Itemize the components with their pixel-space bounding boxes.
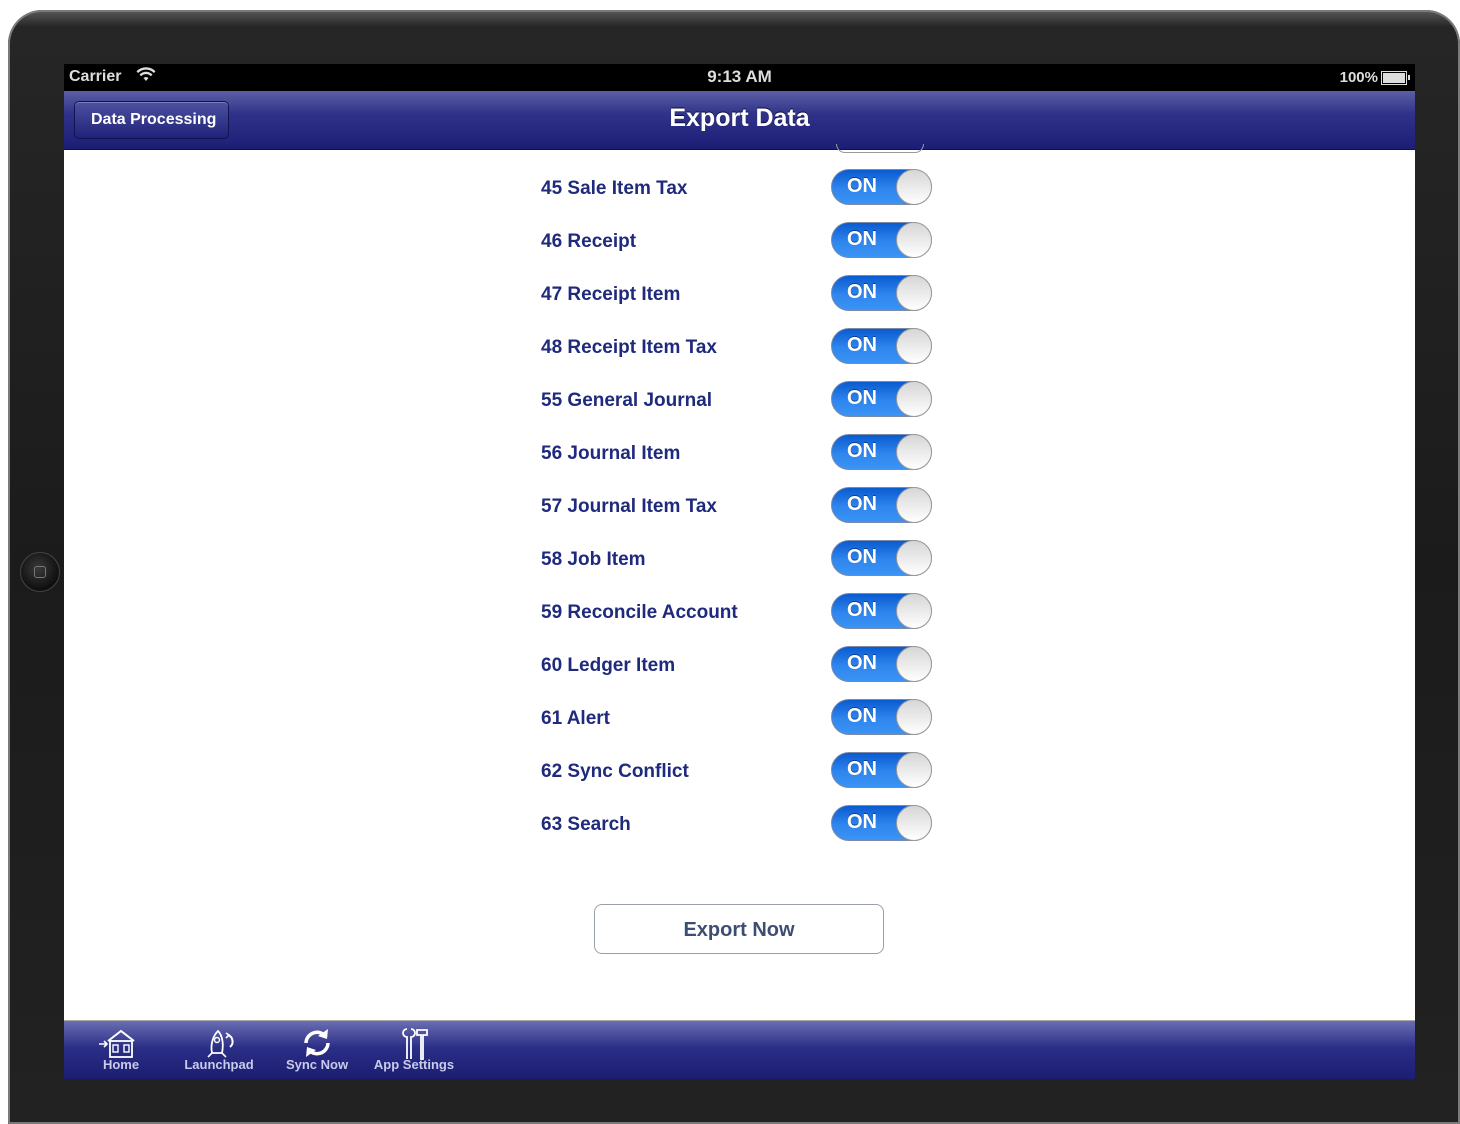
list-item: 59 Reconcile Account ON [541,593,961,633]
status-bar: Carrier 9:13 AM 100% [64,64,1415,91]
switch-knob [896,381,932,417]
switch-state: ON [847,387,877,409]
table-label: 60 Ledger Item [541,655,676,676]
toggle-switch[interactable]: ON [831,805,932,841]
table-label: 48 Receipt Item Tax [541,337,718,358]
toolbar-home[interactable]: Home [92,1025,150,1079]
list-item: 60 Ledger Item ON [541,646,961,686]
partial-switch-above [836,144,924,153]
list-item: 45 Sale Item Tax ON [541,169,961,209]
table-label: 47 Receipt Item [541,284,681,305]
toggle-switch[interactable]: ON [831,381,932,417]
table-label: 59 Reconcile Account [541,602,738,623]
table-label: 46 Receipt [541,231,637,252]
switch-knob [896,328,932,364]
switch-state: ON [847,281,877,303]
switch-state: ON [847,334,877,356]
switch-state: ON [847,228,877,250]
switch-knob [896,699,932,735]
switch-knob [896,593,932,629]
switch-state: ON [847,440,877,462]
list-item: 56 Journal Item ON [541,434,961,474]
switch-state: ON [847,493,877,515]
switch-knob [896,646,932,682]
list-item: 57 Journal Item Tax ON [541,487,961,527]
launchpad-icon [181,1025,257,1061]
switch-state: ON [847,705,877,727]
switch-state: ON [847,599,877,621]
toolbar-sync-now[interactable]: Sync Now [282,1025,352,1079]
list-item: 55 General Journal ON [541,381,961,421]
toggle-switch[interactable]: ON [831,699,932,735]
switch-knob [896,752,932,788]
table-label: 63 Search [541,814,631,835]
toggle-switch[interactable]: ON [831,169,932,205]
toggle-switch[interactable]: ON [831,593,932,629]
toggle-switch[interactable]: ON [831,275,932,311]
toggle-switch[interactable]: ON [831,540,932,576]
list-item: 61 Alert ON [541,699,961,739]
page-title: Export Data [669,104,810,132]
list-item: 62 Sync Conflict ON [541,752,961,792]
list-item: 47 Receipt Item ON [541,275,961,315]
table-label: 45 Sale Item Tax [541,178,688,199]
screen: Carrier 9:13 AM 100% Data Processing Exp… [64,64,1415,1079]
toolbar-label: Launchpad [184,1057,254,1072]
switch-knob [896,540,932,576]
export-options-list[interactable]: 45 Sale Item Tax ON 46 Receipt ON 47 Rec… [64,144,1415,1020]
switch-state: ON [847,652,877,674]
toolbar-app-settings[interactable]: App Settings [372,1025,456,1079]
table-label: 55 General Journal [541,390,713,411]
table-label: 58 Job Item [541,549,646,570]
toggle-switch[interactable]: ON [831,752,932,788]
switch-knob [896,222,932,258]
switch-knob [896,275,932,311]
toggle-switch[interactable]: ON [831,646,932,682]
export-now-button[interactable]: Export Now [594,904,884,954]
switch-state: ON [847,758,877,780]
device-home-button[interactable] [20,552,60,592]
list-item: 58 Job Item ON [541,540,961,580]
clock: 9:13 AM [707,67,772,86]
switch-knob [896,805,932,841]
toolbar-label: Sync Now [285,1057,349,1072]
toolbar-label: App Settings [373,1057,455,1072]
battery-icon [1381,71,1410,85]
list-item: 46 Receipt ON [541,222,961,262]
table-label: 61 Alert [541,708,610,729]
list-item: 48 Receipt Item Tax ON [541,328,961,368]
table-label: 56 Journal Item [541,443,681,464]
switch-knob [896,169,932,205]
bottom-toolbar: Home Launchpad Sync Now App Settings [64,1020,1415,1079]
toggle-switch[interactable]: ON [831,434,932,470]
tools-icon [372,1025,456,1061]
toggle-switch[interactable]: ON [831,222,932,258]
switch-state: ON [847,175,877,197]
home-icon [92,1025,150,1061]
switch-state: ON [847,811,877,833]
list-item: 63 Search ON [541,805,961,845]
sync-icon [282,1025,352,1061]
switch-knob [896,434,932,470]
table-label: 57 Journal Item Tax [541,496,717,517]
toolbar-launchpad[interactable]: Launchpad [181,1025,257,1079]
table-label: 62 Sync Conflict [541,761,689,782]
toggle-switch[interactable]: ON [831,487,932,523]
home-button-square-icon [34,566,46,578]
switch-state: ON [847,546,877,568]
switch-knob [896,487,932,523]
navigation-bar: Data Processing Export Data [64,91,1415,150]
toggle-switch[interactable]: ON [831,328,932,364]
battery-percent: 100% [1339,69,1378,86]
